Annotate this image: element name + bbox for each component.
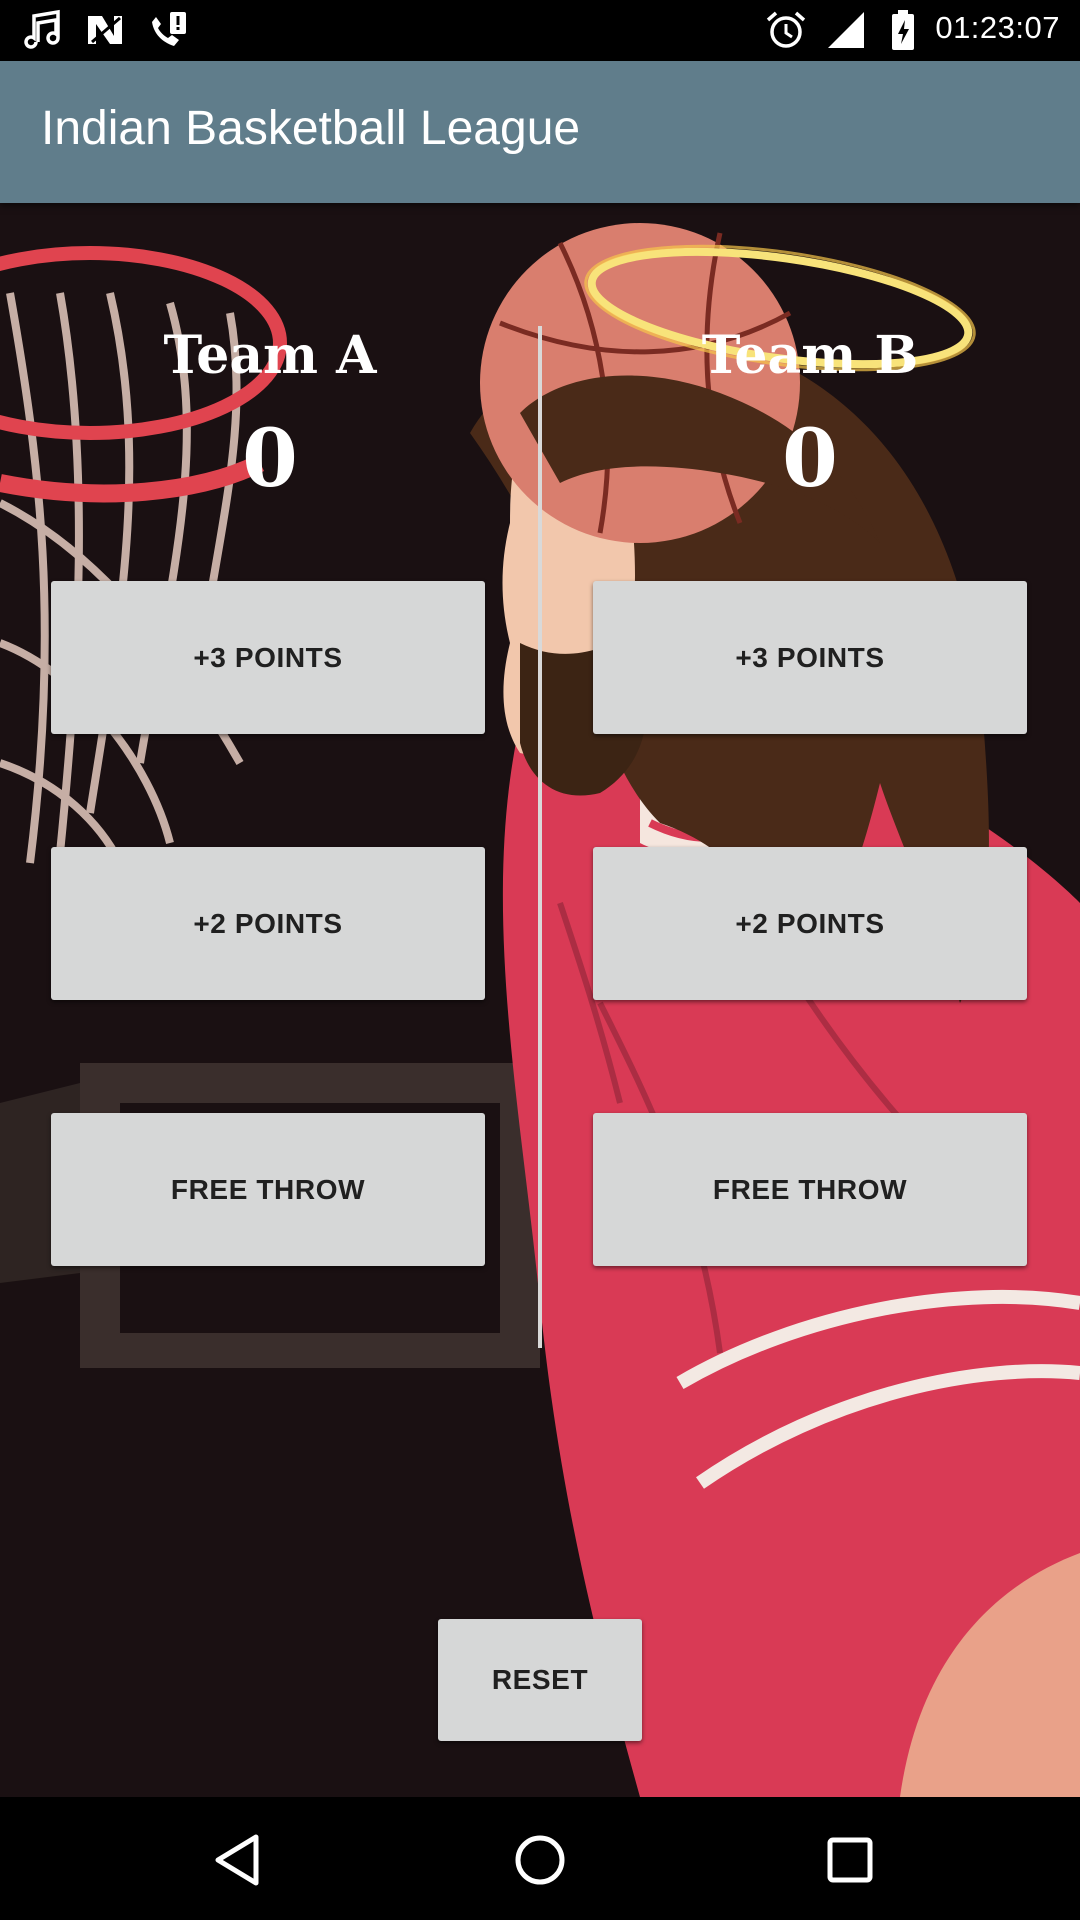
battery-charging-icon [884, 8, 924, 57]
status-bar: 01:23:07 [0, 0, 1080, 61]
team-a-free-throw-button[interactable]: FREE THROW [51, 1113, 485, 1266]
content-area: Team A 0 Team B 0 +3 POINTS +2 POINTS FR… [0, 203, 1080, 1797]
team-b-plus-2-button[interactable]: +2 POINTS [593, 847, 1027, 1000]
team-a-plus-2-button[interactable]: +2 POINTS [51, 847, 485, 1000]
reset-button[interactable]: RESET [438, 1619, 642, 1741]
n-notification-icon [84, 8, 128, 57]
team-a-plus-3-button[interactable]: +3 POINTS [51, 581, 485, 734]
home-icon[interactable] [505, 1825, 575, 1895]
app-bar: Indian Basketball League [0, 61, 1080, 203]
team-b-score: 0 [782, 411, 838, 505]
music-note-icon [22, 8, 66, 57]
team-b-free-throw-button[interactable]: FREE THROW [593, 1113, 1027, 1266]
app-title: Indian Basketball League [41, 102, 581, 155]
signal-icon [824, 8, 868, 57]
alarm-icon [764, 8, 808, 57]
team-b-name: Team B [701, 325, 919, 386]
team-a-score: 0 [242, 411, 298, 505]
navigation-bar [0, 1797, 1080, 1920]
recents-icon[interactable] [815, 1825, 885, 1895]
back-icon[interactable] [204, 1825, 274, 1895]
phone-alert-icon [146, 8, 190, 57]
team-divider [538, 326, 542, 1348]
team-b-plus-3-button[interactable]: +3 POINTS [593, 581, 1027, 734]
screen: 01:23:07 Indian Basketball League Team A… [0, 0, 1080, 1920]
team-a-name: Team A [163, 325, 377, 386]
status-time: 01:23:07 [935, 10, 1060, 45]
